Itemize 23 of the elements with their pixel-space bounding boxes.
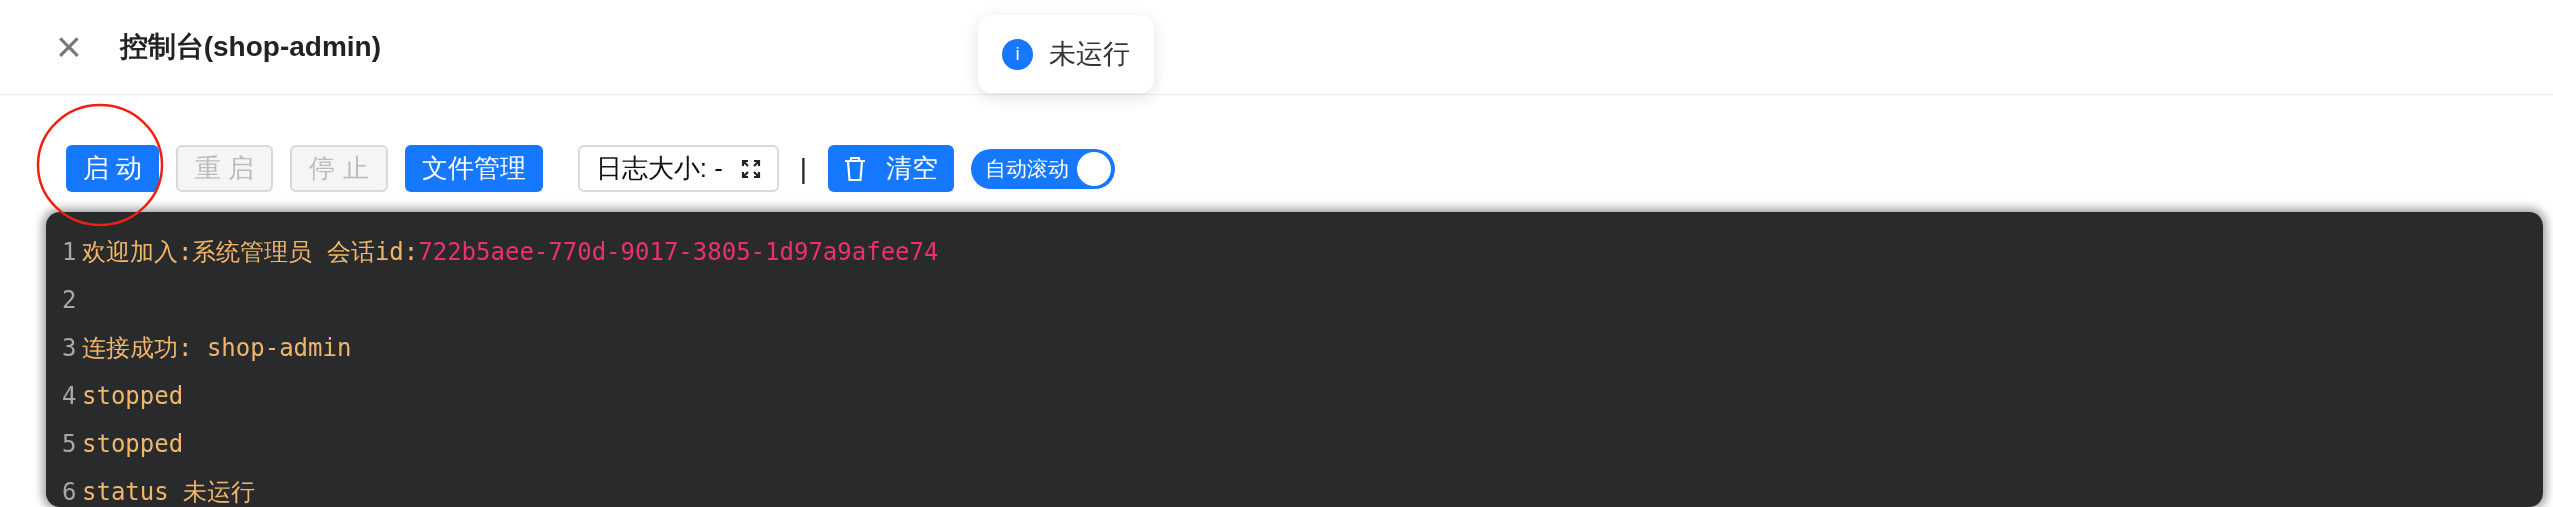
log-line: status 未运行 xyxy=(82,477,256,507)
line-number: 6 xyxy=(62,477,78,507)
info-icon: i xyxy=(1002,38,1033,70)
log-line: stopped xyxy=(82,429,184,460)
log-line: 连接成功: shop-admin xyxy=(82,333,352,364)
dialog-title: 控制台(shop-admin) xyxy=(119,30,381,64)
toolbar-button[interactable]: 文件管理 xyxy=(404,145,543,192)
line-number: 5 xyxy=(62,429,78,460)
line-number: 1 xyxy=(62,237,78,268)
log-line: 欢迎加入:系统管理员 会话id:722b5aee-770d-9017-3805-1d97a9afee74 xyxy=(82,237,939,268)
clear-button[interactable]: 清空 xyxy=(828,145,955,192)
auto-scroll-toggle[interactable]: 自动滚动 xyxy=(971,148,1116,189)
log-size-button[interactable]: 日志大小: - xyxy=(577,145,779,192)
line-number: 3 xyxy=(62,333,78,364)
line-number: 2 xyxy=(62,285,78,316)
close-icon[interactable]: × xyxy=(56,25,82,69)
trash-icon xyxy=(844,155,867,182)
toolbar-button[interactable]: 启 动 xyxy=(66,145,160,192)
expand-icon xyxy=(740,158,761,179)
line-number: 4 xyxy=(62,381,78,412)
separator: | xyxy=(799,151,808,186)
toast-message: 未运行 xyxy=(1049,37,1130,71)
log-line: stopped xyxy=(82,381,184,412)
